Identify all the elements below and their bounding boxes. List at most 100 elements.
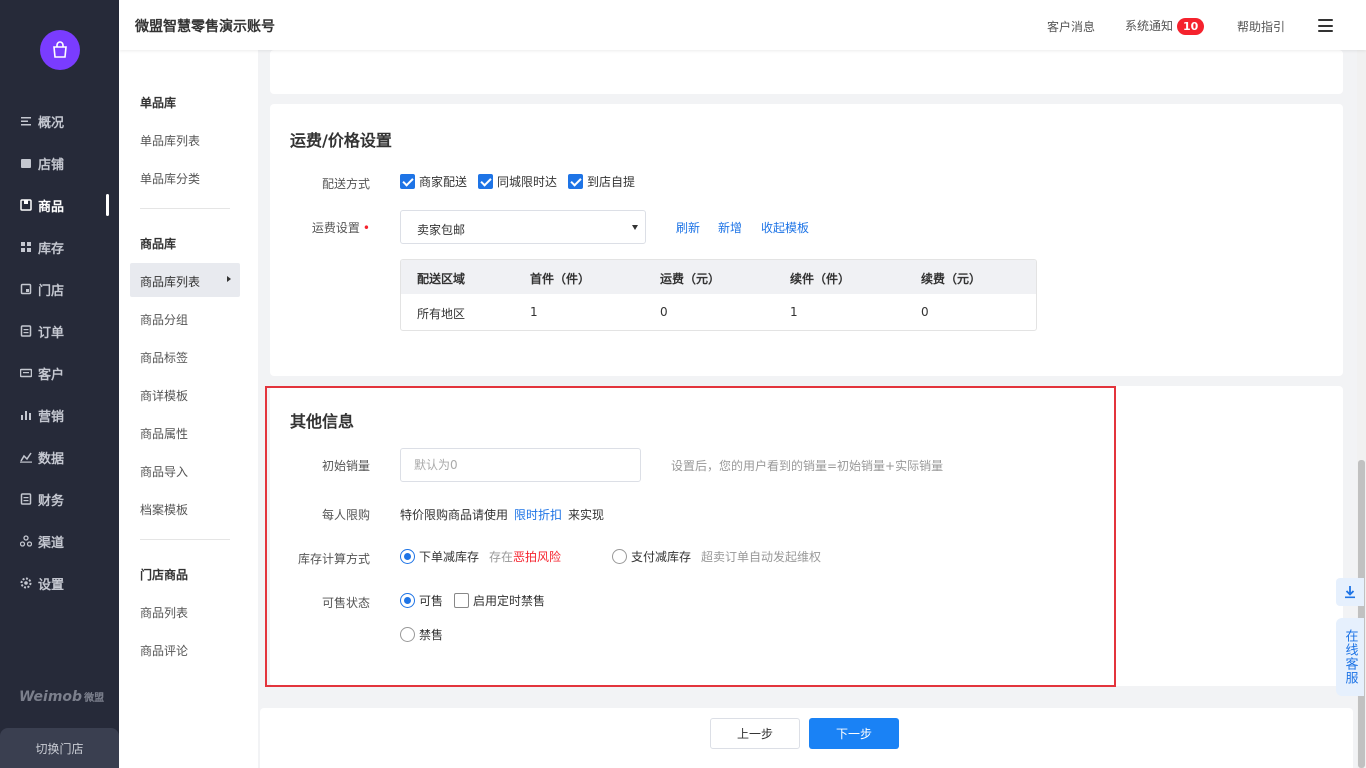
active-indicator (106, 194, 109, 216)
column-header: 运费（元） (660, 272, 721, 286)
scrollbar-thumb[interactable] (1358, 460, 1365, 768)
nav-item-channel[interactable]: 渠道 (19, 531, 119, 551)
store-icon (20, 157, 32, 169)
nav-item-store[interactable]: 店铺 (20, 153, 119, 173)
app-logo[interactable] (40, 30, 80, 70)
checkbox-checked[interactable] (478, 174, 493, 189)
customer-icon (19, 367, 33, 379)
delivery-method-label: 配送方式 (321, 177, 370, 191)
subnav-group-title: 门店商品 (140, 568, 189, 582)
column-header: 首件（件） (530, 272, 591, 286)
table-cell: 1 (530, 305, 538, 319)
shipping-template-select[interactable]: 卖家包邮 (400, 210, 646, 244)
download-icon (1345, 586, 1355, 599)
nav-item-shop[interactable]: 门店 (20, 279, 119, 299)
nav-item-label: 店铺 (38, 157, 65, 173)
divider (140, 539, 230, 540)
top-header: 微盟智慧零售演示账号 客户消息 系统通知 10 帮助指引 (119, 0, 1366, 50)
online-service-button[interactable]: 在线客服 (1336, 618, 1364, 696)
nav-item-data[interactable]: 数据 (20, 447, 119, 467)
highlight-box (265, 386, 1116, 687)
caret-right-icon (227, 276, 231, 282)
nav-item-customer[interactable]: 客户 (19, 363, 119, 383)
marketing-icon (20, 409, 32, 421)
nav-item-label: 客户 (38, 367, 65, 383)
checkbox-checked[interactable] (400, 174, 415, 189)
finance-icon (20, 493, 32, 505)
subnav-item-label: 商品库列表 (140, 275, 201, 289)
delivery-option-pickup[interactable]: 到店自提 (568, 173, 635, 190)
nav-item-order[interactable]: 订单 (20, 321, 119, 341)
nav-item-label: 商品 (38, 199, 65, 215)
subnav-item[interactable]: 商品导入 (140, 463, 188, 480)
previous-step-button[interactable]: 上一步 (710, 718, 800, 749)
customer-messages-link[interactable]: 客户消息 (1047, 18, 1095, 35)
nav-item-label: 库存 (38, 241, 65, 257)
order-icon (20, 325, 32, 337)
table-cell: 0 (921, 305, 929, 319)
divider (140, 208, 230, 209)
caret-down-icon (632, 225, 638, 230)
nav-item-label: 门店 (38, 283, 65, 299)
download-button[interactable] (1336, 578, 1364, 606)
selected-value: 卖家包邮 (417, 223, 466, 237)
system-notice-link[interactable]: 系统通知 10 (1125, 17, 1205, 35)
nav-item-marketing[interactable]: 营销 (20, 405, 119, 425)
hamburger-menu-icon[interactable] (1318, 19, 1333, 32)
delivery-option-city[interactable]: 同城限时达 (478, 173, 557, 190)
shop-icon (20, 283, 32, 295)
nav-item-settings[interactable]: 设置 (20, 573, 119, 593)
footer-bar: 上一步 下一步 (260, 708, 1353, 768)
refresh-link[interactable]: 刷新 (676, 219, 700, 236)
data-icon (20, 451, 32, 463)
nav-item-label: 渠道 (38, 535, 65, 551)
channel-icon (19, 535, 33, 547)
subnav-item[interactable]: 单品库分类 (140, 170, 200, 187)
previous-section-card (270, 50, 1343, 94)
subnav-group-title: 单品库 (140, 96, 177, 110)
subnav-item[interactable]: 商品标签 (140, 349, 188, 366)
shipping-section-title: 运费/价格设置 (290, 131, 392, 150)
subnav-item[interactable]: 商品评论 (140, 642, 188, 659)
column-header: 续费（元） (921, 272, 982, 286)
brand-logo: Weimob 微盟 (19, 689, 105, 705)
shipping-fee-label: 运费设置 • (311, 221, 370, 235)
table-cell: 1 (790, 305, 798, 319)
nav-item-label: 设置 (38, 577, 65, 593)
overview-icon (20, 115, 32, 127)
column-header: 续件（件） (790, 272, 851, 286)
account-title: 微盟智慧零售演示账号 (135, 19, 275, 35)
subnav-item[interactable]: 商品属性 (140, 425, 188, 442)
nav-item-label: 订单 (38, 325, 65, 341)
nav-item-label: 营销 (38, 409, 65, 425)
sub-nav: 单品库 单品库列表 单品库分类 商品库 商品库列表 商品分组 商品标签 商详模板… (119, 50, 258, 768)
subnav-item[interactable]: 商品列表 (140, 604, 188, 621)
nav-item-label: 数据 (38, 451, 65, 467)
nav-item-finance[interactable]: 财务 (20, 489, 119, 509)
subnav-item-selected[interactable]: 商品库列表 (130, 263, 240, 297)
table-cell: 所有地区 (417, 307, 466, 321)
subnav-group-title: 商品库 (140, 237, 177, 251)
add-template-link[interactable]: 新增 (718, 219, 742, 236)
subnav-item[interactable]: 商品分组 (140, 311, 188, 328)
nav-item-inventory[interactable]: 库存 (20, 237, 119, 257)
nav-item-overview[interactable]: 概况 (20, 111, 119, 131)
nav-item-label: 概况 (38, 115, 65, 131)
subnav-item[interactable]: 单品库列表 (140, 132, 200, 149)
goods-icon (20, 199, 32, 211)
delivery-option-merchant[interactable]: 商家配送 (400, 173, 467, 190)
settings-icon (20, 577, 32, 589)
notice-count-badge: 10 (1177, 18, 1205, 35)
table-cell: 0 (660, 305, 668, 319)
next-step-button[interactable]: 下一步 (809, 718, 899, 749)
checkbox-checked[interactable] (568, 174, 583, 189)
subnav-item[interactable]: 商详模板 (140, 387, 188, 404)
help-link[interactable]: 帮助指引 (1237, 18, 1285, 35)
inventory-icon (20, 241, 32, 253)
nav-item-goods[interactable]: 商品 (20, 194, 119, 216)
collapse-template-link[interactable]: 收起模板 (761, 219, 809, 236)
main-nav: 概况 店铺 商品 库存 门店 订单 客户 营销 数据 财务 渠道 设置 Weim… (0, 0, 119, 768)
shipping-fee-table: 配送区域 首件（件） 运费（元） 续件（件） 续费（元） 所有地区 1 0 1 … (400, 259, 1037, 331)
switch-store-button[interactable]: 切换门店 (0, 728, 119, 768)
subnav-item[interactable]: 档案模板 (140, 501, 188, 518)
